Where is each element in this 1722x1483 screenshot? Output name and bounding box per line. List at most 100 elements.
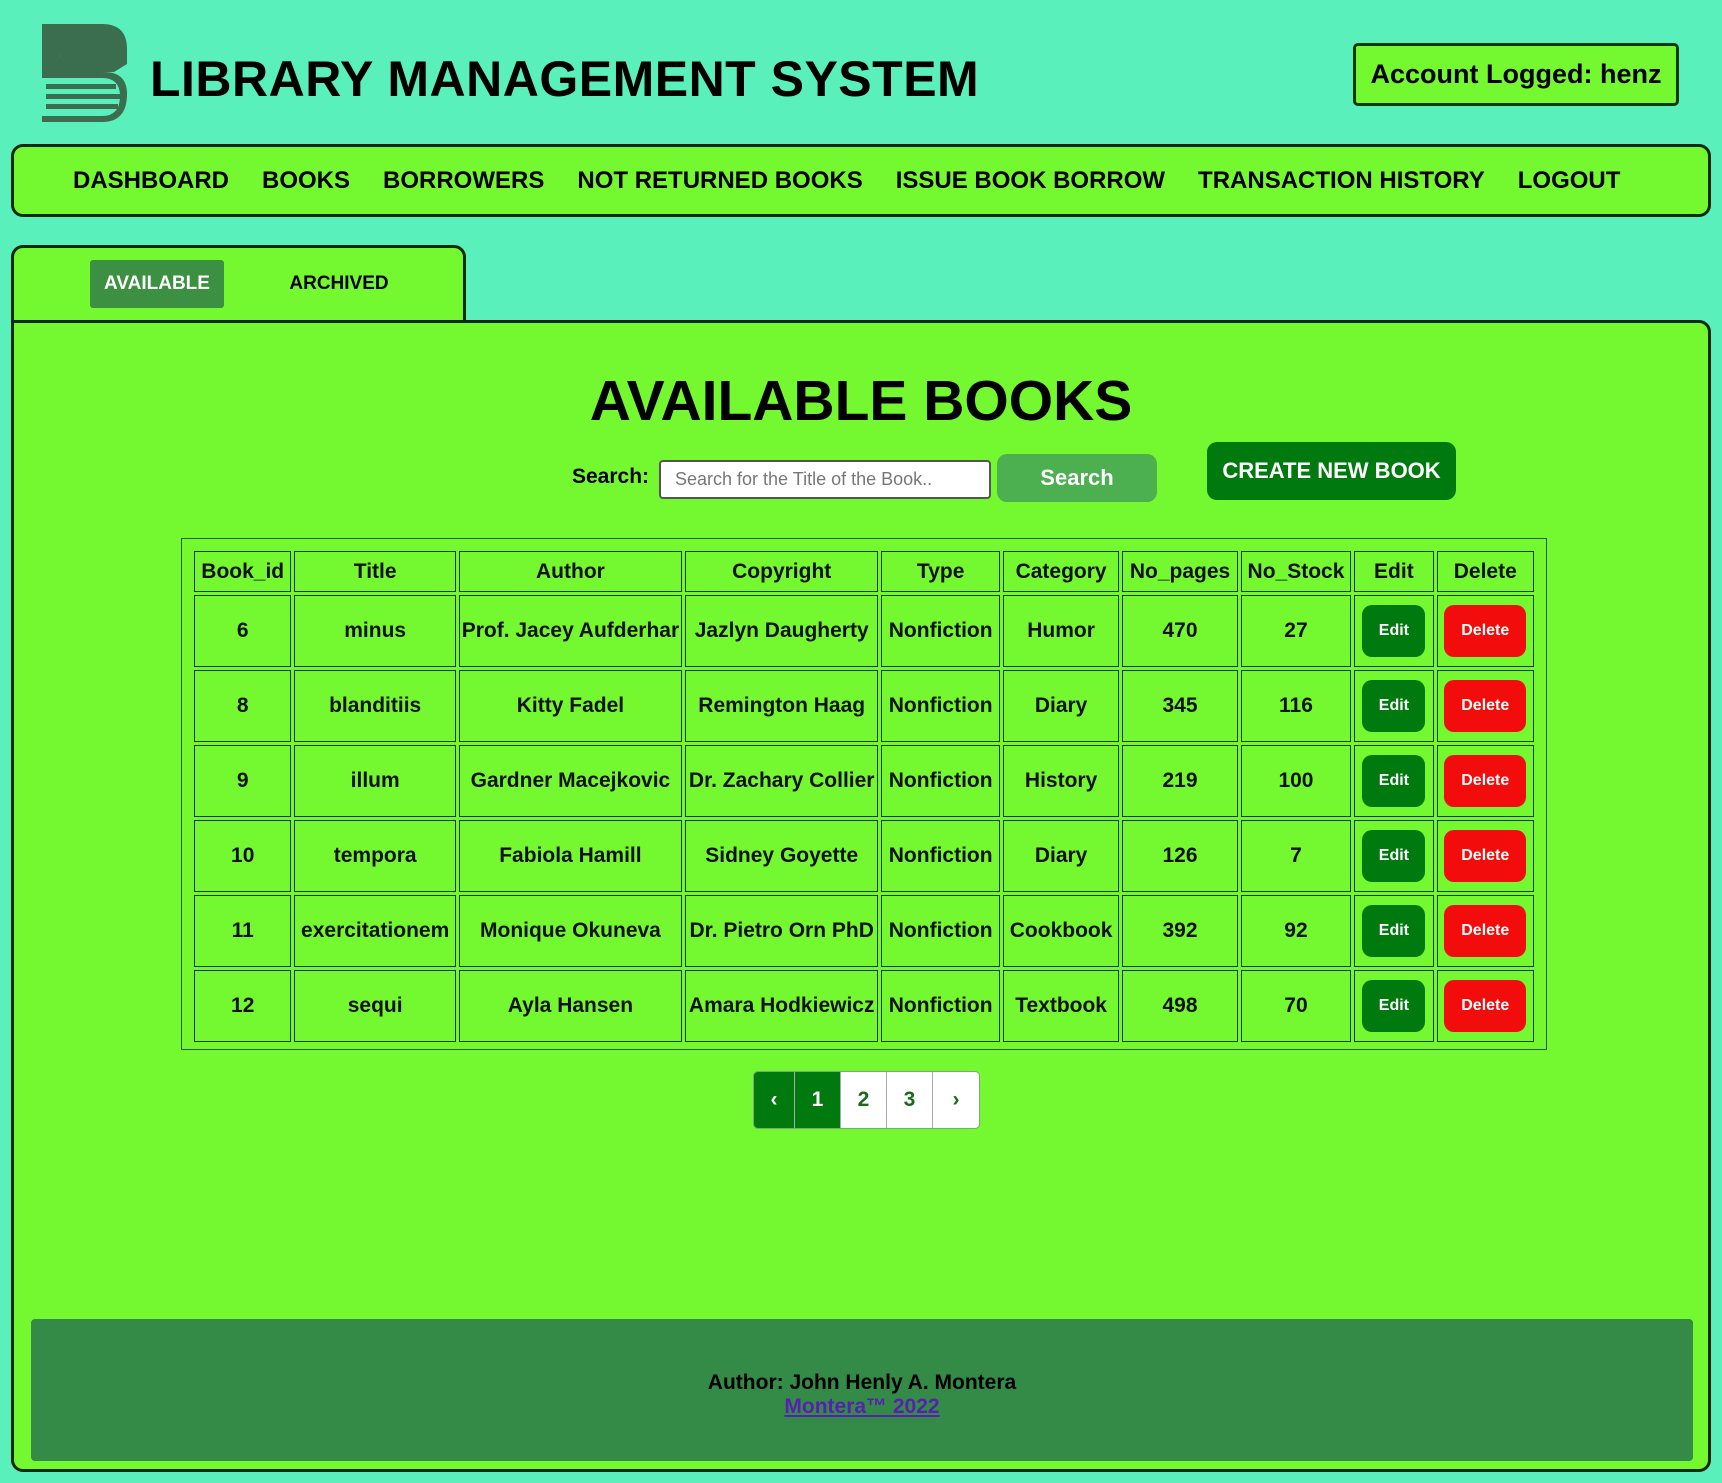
delete-button[interactable]: Delete [1444,905,1527,957]
delete-button[interactable]: Delete [1444,980,1527,1032]
cell-category: History [1002,745,1120,817]
cell-book-id: 6 [194,595,292,667]
edit-button[interactable]: Edit [1362,680,1426,732]
cell-edit: Edit [1354,895,1434,967]
tab-available[interactable]: AVAILABLE [90,260,224,308]
column-header-no-pages: No_pages [1122,551,1238,592]
cell-book-id: 9 [194,745,292,817]
cell-edit: Edit [1354,595,1434,667]
library-logo [42,24,127,122]
cell-type: Nonfiction [881,820,1000,892]
books-table: Book_id Title Author Copyright Type Category N… [191,548,1537,1045]
cell-book-id: 12 [194,970,292,1042]
table-header-row: Book_id Title Author Copyright Type Category N… [194,551,1534,592]
nav-issue-book-borrow[interactable]: ISSUE BOOK BORROW [896,167,1165,195]
column-header-delete: Delete [1436,551,1534,592]
cell-category: Humor [1002,595,1120,667]
nav-not-returned-books[interactable]: NOT RETURNED BOOKS [577,167,862,195]
cell-no-stock: 100 [1240,745,1352,817]
cell-type: Nonfiction [881,595,1000,667]
cell-no-stock: 116 [1240,670,1352,742]
cell-author: Prof. Jacey Aufderhar [458,595,682,667]
cell-type: Nonfiction [881,745,1000,817]
column-header-category: Category [1002,551,1120,592]
cell-type: Nonfiction [881,895,1000,967]
cell-copyright: Dr. Pietro Orn PhD [684,895,879,967]
main-panel: AVAILABLE BOOKS Search: Search CREATE NE… [11,320,1711,1472]
cell-delete: Delete [1436,820,1534,892]
pagination-prev[interactable]: ‹ [754,1072,795,1128]
delete-button[interactable]: Delete [1444,755,1527,807]
cell-edit: Edit [1354,820,1434,892]
nav-books[interactable]: BOOKS [262,167,350,195]
cell-category: Textbook [1002,970,1120,1042]
nav-dashboard[interactable]: DASHBOARD [73,167,229,195]
pagination: ‹ 1 2 3 › [753,1071,980,1129]
cell-copyright: Jazlyn Daugherty [684,595,879,667]
cell-delete: Delete [1436,745,1534,817]
column-header-title: Title [294,551,456,592]
tab-archived[interactable]: ARCHIVED [274,260,404,308]
search-button[interactable]: Search [997,454,1157,502]
table-row: 10 tempora Fabiola Hamill Sidney Goyette Non… [194,820,1534,892]
book-tabs: AVAILABLE ARCHIVED [11,245,466,325]
cell-no-pages: 219 [1122,745,1238,817]
account-logged-badge: Account Logged: henz [1353,43,1679,106]
cell-edit: Edit [1354,670,1434,742]
books-table-container: Book_id Title Author Copyright Type Category N… [181,538,1547,1050]
table-row: 8 blanditiis Kitty Fadel Remington Haag Nonf… [194,670,1534,742]
nav-transaction-history[interactable]: TRANSACTION HISTORY [1198,167,1485,195]
edit-button[interactable]: Edit [1362,755,1426,807]
page-title: AVAILABLE BOOKS [589,369,1133,433]
cell-category: Diary [1002,820,1120,892]
search-label: Search: [572,465,650,488]
cell-book-id: 10 [194,820,292,892]
pagination-page-2[interactable]: 2 [841,1072,887,1128]
delete-button[interactable]: Delete [1444,830,1527,882]
cell-no-pages: 126 [1122,820,1238,892]
cell-type: Nonfiction [881,970,1000,1042]
column-header-book-id: Book_id [194,551,292,592]
cell-edit: Edit [1354,970,1434,1042]
edit-button[interactable]: Edit [1362,830,1426,882]
table-row: 9 illum Gardner Macejkovic Dr. Zachary Coll… [194,745,1534,817]
cell-no-stock: 7 [1240,820,1352,892]
cell-type: Nonfiction [881,670,1000,742]
pagination-next[interactable]: › [933,1072,979,1128]
cell-no-pages: 345 [1122,670,1238,742]
delete-button[interactable]: Delete [1444,680,1527,732]
cell-title: sequi [294,970,456,1042]
cell-title: exercitationem [294,895,456,967]
edit-button[interactable]: Edit [1362,605,1426,657]
table-row: 11 exercitationem Monique Okuneva Dr. Pietr… [194,895,1534,967]
cell-author: Kitty Fadel [458,670,682,742]
cell-author: Monique Okuneva [458,895,682,967]
pagination-page-3[interactable]: 3 [887,1072,933,1128]
cell-copyright: Sidney Goyette [684,820,879,892]
nav-logout[interactable]: LOGOUT [1518,167,1621,195]
cell-delete: Delete [1436,595,1534,667]
pagination-page-1[interactable]: 1 [795,1072,841,1128]
cell-title: minus [294,595,456,667]
footer-link[interactable]: Montera™ 2022 [784,1395,939,1418]
cell-delete: Delete [1436,970,1534,1042]
cell-copyright: Dr. Zachary Collier [684,745,879,817]
cell-copyright: Remington Haag [684,670,879,742]
cell-category: Diary [1002,670,1120,742]
cell-no-pages: 470 [1122,595,1238,667]
delete-button[interactable]: Delete [1444,605,1527,657]
cell-no-pages: 498 [1122,970,1238,1042]
create-new-book-button[interactable]: CREATE NEW BOOK [1207,442,1456,500]
cell-no-pages: 392 [1122,895,1238,967]
cell-no-stock: 70 [1240,970,1352,1042]
nav-borrowers[interactable]: BORROWERS [383,167,544,195]
column-header-no-stock: No_Stock [1240,551,1352,592]
search-input[interactable] [659,460,991,499]
edit-button[interactable]: Edit [1362,905,1426,957]
table-row: 6 minus Prof. Jacey Aufderhar Jazlyn Daughe… [194,595,1534,667]
cell-author: Gardner Macejkovic [458,745,682,817]
table-row: 12 sequi Ayla Hansen Amara Hodkiewicz Nonfic… [194,970,1534,1042]
edit-button[interactable]: Edit [1362,980,1426,1032]
cell-title: blanditiis [294,670,456,742]
cell-category: Cookbook [1002,895,1120,967]
